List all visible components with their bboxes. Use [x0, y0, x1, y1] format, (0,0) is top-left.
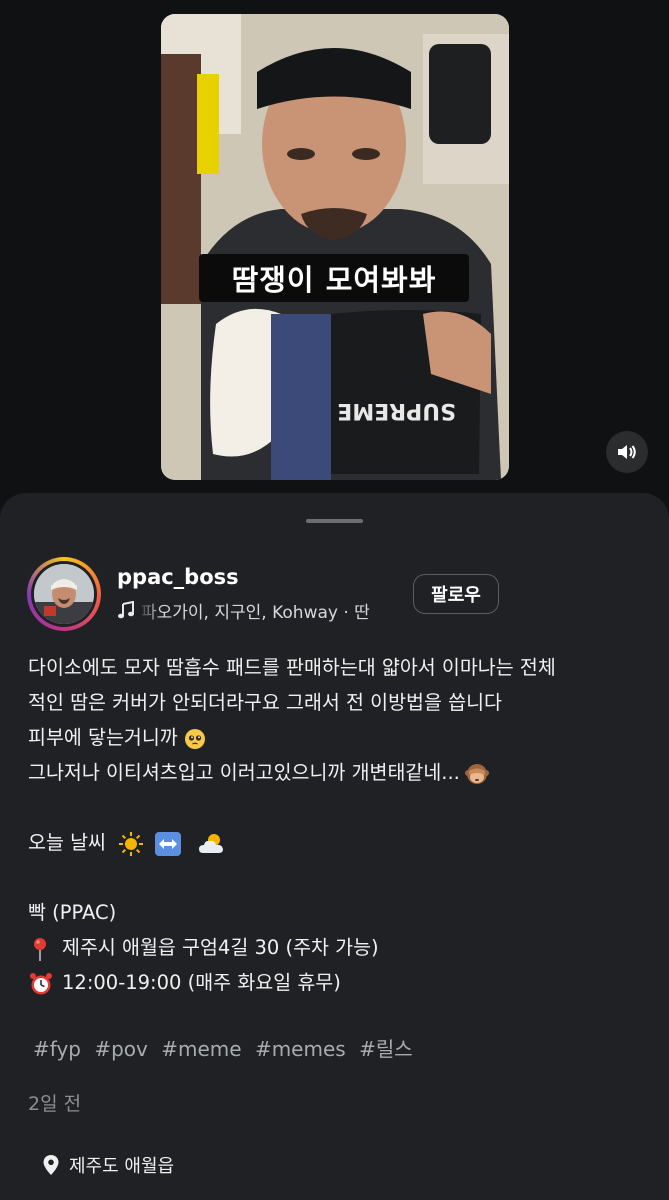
hashtag-link[interactable]: #meme: [161, 1037, 241, 1061]
description-line: 빡 (PPAC): [28, 901, 117, 924]
pleading-face-icon: [184, 728, 205, 749]
music-text: 파오가이, 지구인, Kohway · 딴: [141, 602, 370, 623]
hashtag-link[interactable]: #fyp: [33, 1037, 81, 1061]
description-line: 다이소에도 모자 땀흡수 패드를 판매하는대 얇아서 이마나는 전체: [28, 656, 556, 679]
see-no-evil-monkey-icon: [464, 763, 489, 784]
description-line-with-emoji: 그나저나 이티셔츠입고 이러고있으니까 개변태같네...: [28, 755, 648, 790]
reel-video[interactable]: SUPREME 땀쟁이 모여봐봐: [161, 14, 509, 480]
post-details-sheet: ppac_boss 파오가이, 지구인, Kohway · 딴 팔로우 다이소에…: [0, 493, 669, 1200]
location-tag[interactable]: 제주도 애월읍: [42, 1152, 174, 1178]
video-area: SUPREME 땀쟁이 모여봐봐: [0, 0, 669, 500]
description-line: [28, 860, 648, 895]
sheet-drag-handle[interactable]: [306, 519, 363, 523]
sun-icon: [119, 831, 144, 856]
round-pushpin-icon: [34, 937, 46, 961]
alarm-clock-icon: [30, 972, 52, 994]
hashtag-link[interactable]: #릴스: [359, 1037, 413, 1061]
svg-text:SUPREME: SUPREME: [337, 398, 456, 423]
location-label: 제주도 애월읍: [69, 1156, 175, 1177]
music-info[interactable]: 파오가이, 지구인, Kohway · 딴: [117, 598, 400, 622]
hashtag-link[interactable]: #memes: [255, 1037, 346, 1061]
video-frame-image: SUPREME: [161, 14, 509, 480]
left-right-arrow-icon: [155, 831, 182, 856]
description-line-with-emoji: 오늘 날씨: [28, 825, 648, 860]
avatar: [34, 564, 94, 624]
location-pin-icon: [43, 1155, 59, 1175]
username[interactable]: ppac_boss: [117, 565, 239, 589]
description-line-with-emoji: 제주시 애월읍 구엄4길 30 (주차 가능): [28, 930, 648, 965]
avatar-story-ring[interactable]: [27, 557, 101, 631]
post-timestamp: 2일 전: [28, 1093, 82, 1115]
speaker-icon: [618, 445, 636, 459]
post-description: 다이소에도 모자 땀흡수 패드를 판매하는대 얇아서 이마나는 전체 적인 땀은…: [28, 650, 648, 1000]
sun-behind-cloud-icon: [198, 833, 223, 853]
description-line-with-emoji: 피부에 닿는거니까: [28, 720, 648, 755]
music-note-icon: [118, 601, 134, 619]
follow-button[interactable]: 팔로우: [413, 574, 499, 614]
description-line-with-emoji: 12:00-19:00 (매주 화요일 휴무): [28, 965, 648, 1000]
hashtag-link[interactable]: #pov: [94, 1037, 148, 1061]
sound-toggle-button[interactable]: [606, 431, 648, 473]
description-line: 적인 땀은 커버가 안되더라구요 그래서 전 이방법을 씁니다: [28, 691, 502, 714]
video-caption: 땀쟁이 모여봐봐: [199, 254, 469, 302]
description-line: [28, 790, 648, 825]
hashtags: #fyp #pov #meme #memes #릴스: [33, 1033, 420, 1062]
